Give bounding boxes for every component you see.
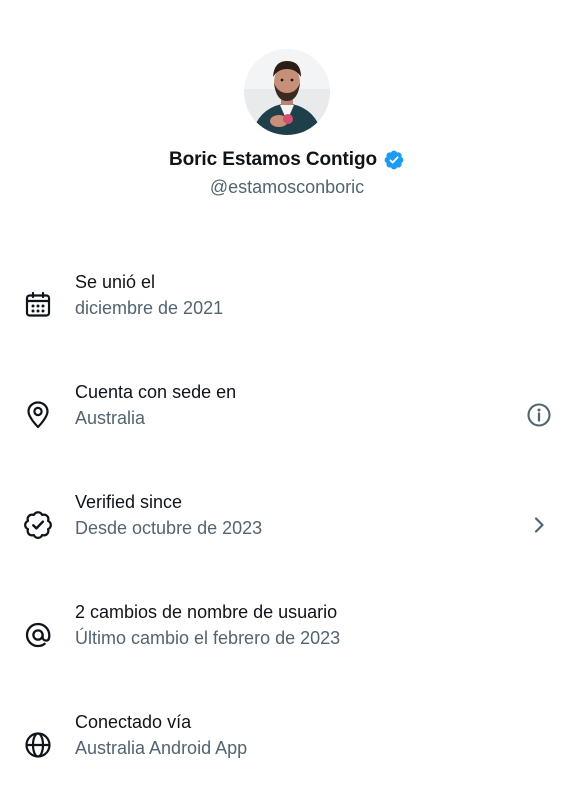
display-name: Boric Estamos Contigo <box>169 149 377 170</box>
row-subtitle: diciembre de 2021 <box>75 298 224 318</box>
row-title: Verified since <box>75 492 183 512</box>
row-connected-via: Conectado vía Australia Android App <box>0 710 574 790</box>
profile-header: Boric Estamos Contigo @estamosconboric <box>0 0 574 220</box>
row-title: Cuenta con sede en <box>75 382 237 402</box>
username-handle: @estamosconboric <box>209 177 365 197</box>
avatar[interactable] <box>244 49 330 135</box>
globe-icon <box>23 730 53 760</box>
row-subtitle: Australia Android App <box>75 738 248 758</box>
row-subtitle: Australia <box>75 408 146 428</box>
verified-badge-icon[interactable] <box>383 149 405 171</box>
verified-badge-outline-icon <box>23 510 53 540</box>
chevron-right-icon[interactable] <box>525 511 553 539</box>
row-account-location: Cuenta con sede en Australia <box>0 380 574 460</box>
row-subtitle: Último cambio el febrero de 2023 <box>75 628 341 648</box>
row-title: Conectado vía <box>75 712 192 732</box>
name-row: Boric Estamos Contigo <box>0 147 574 173</box>
at-sign-icon <box>23 620 53 650</box>
row-joined: Se unió el diciembre de 2021 <box>0 270 574 350</box>
row-subtitle: Desde octubre de 2023 <box>75 518 263 538</box>
row-title: 2 cambios de nombre de usuario <box>75 602 338 622</box>
row-verified-since[interactable]: Verified since Desde octubre de 2023 <box>0 490 574 570</box>
info-icon[interactable] <box>525 401 553 429</box>
location-pin-icon <box>23 400 53 430</box>
row-title: Se unió el <box>75 272 156 292</box>
calendar-icon <box>23 290 53 320</box>
row-username-changes: 2 cambios de nombre de usuario Último ca… <box>0 600 574 680</box>
avatar-image <box>244 49 330 135</box>
